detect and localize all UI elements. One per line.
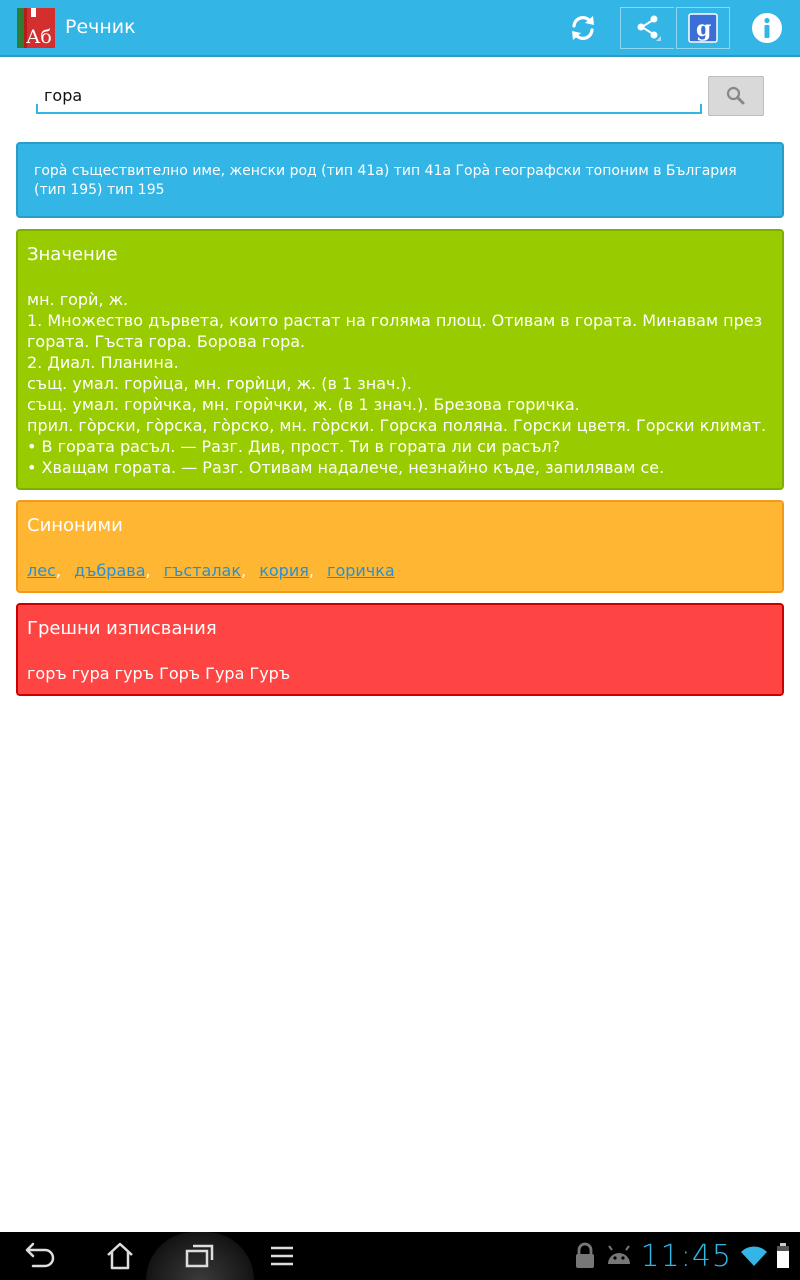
search-icon: [726, 86, 745, 105]
share-button[interactable]: [620, 7, 674, 49]
search-input[interactable]: [36, 80, 702, 114]
synonym-separator: ,: [145, 561, 151, 580]
synonym-link[interactable]: кория: [259, 561, 309, 580]
clock: 11:45: [640, 1238, 732, 1274]
search-input-edge-right: [700, 104, 702, 114]
search-button[interactable]: [708, 76, 764, 116]
google-button[interactable]: g: [676, 7, 730, 49]
info-icon: [752, 13, 782, 43]
home-icon: [107, 1242, 133, 1270]
word-info-text: горà съществително име, женски род (тип …: [34, 163, 737, 198]
refresh-button[interactable]: [560, 7, 606, 49]
synonym-separator: ,: [241, 561, 247, 580]
recents-icon: [185, 1244, 214, 1268]
action-bar: Аб Речник g: [0, 0, 800, 57]
back-button[interactable]: [12, 1232, 68, 1280]
status-area: 11:45: [573, 1232, 790, 1280]
synonym-separator: ,: [55, 561, 61, 580]
meaning-title: Значение: [27, 244, 118, 265]
share-icon: [637, 15, 661, 41]
misspellings-card: Грешни изписвания горъ гура гуръ Горъ Гу…: [16, 603, 784, 696]
battery-icon: [777, 1243, 789, 1268]
google-icon: g: [688, 13, 718, 43]
synonym-link[interactable]: лес: [27, 561, 56, 580]
misspellings-title: Грешни изписвания: [27, 618, 217, 639]
refresh-icon: [572, 16, 594, 40]
synonym-link[interactable]: гъсталак: [164, 561, 241, 580]
home-button[interactable]: [92, 1232, 148, 1280]
android-icon: [607, 1245, 630, 1264]
lock-icon: [575, 1242, 594, 1268]
app-title: Речник: [65, 16, 136, 38]
synonym-separator: ,: [308, 561, 314, 580]
system-nav-bar: 11:45: [0, 1232, 800, 1280]
recents-button[interactable]: [146, 1232, 254, 1280]
synonyms-list: лес, дъбрава, гъсталак, кория, горичка: [27, 560, 773, 581]
google-glyph: g: [696, 16, 711, 42]
misspellings-body: горъ гура гуръ Горъ Гура Гуръ: [27, 664, 291, 683]
meaning-card: Значение мн. горѝ, ж. 1. Множество дърве…: [16, 229, 784, 490]
menu-button[interactable]: [256, 1232, 308, 1280]
back-icon: [25, 1242, 55, 1268]
menu-icon: [271, 1246, 293, 1266]
word-info-card: горà съществително име, женски род (тип …: [16, 142, 784, 218]
info-button[interactable]: [744, 7, 790, 49]
synonym-link[interactable]: дъбрава: [74, 561, 145, 580]
synonyms-title: Синоними: [27, 515, 123, 536]
synonyms-card: Синоними лес, дъбрава, гъсталак, кория, …: [16, 500, 784, 593]
app-logo-icon: Аб: [17, 8, 55, 48]
synonym-link[interactable]: горичка: [327, 561, 395, 580]
app-logo-text: Аб: [26, 26, 52, 48]
wifi-icon: [741, 1246, 767, 1266]
search-input-edge-left: [36, 104, 38, 114]
meaning-body: мн. горѝ, ж. 1. Множество дървета, които…: [27, 290, 767, 477]
